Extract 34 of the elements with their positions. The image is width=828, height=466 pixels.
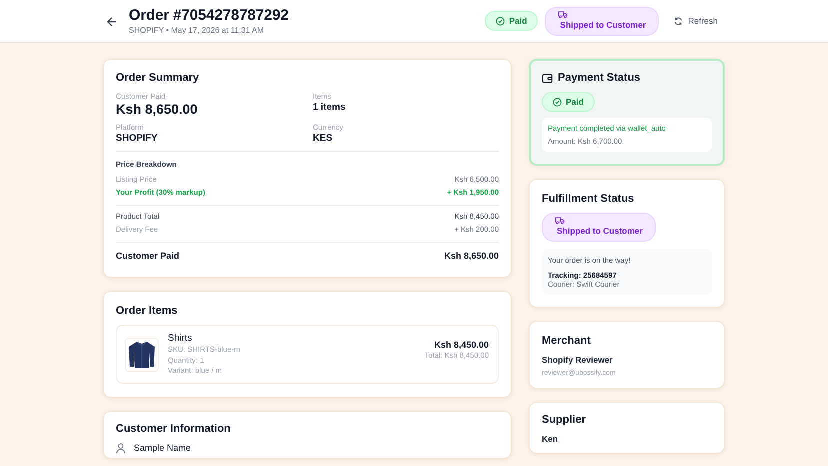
field-value: 1 items bbox=[313, 102, 347, 113]
user-icon bbox=[116, 442, 126, 454]
customer-name: Sample Name bbox=[134, 443, 192, 453]
status-badge: Shipped to Customer bbox=[545, 6, 660, 36]
price-value: Ksh 8,650.00 bbox=[444, 251, 499, 261]
merchant-name: Shopify Reviewer bbox=[542, 355, 614, 365]
check-circle-icon bbox=[496, 16, 506, 26]
back-arrow-icon[interactable] bbox=[107, 17, 117, 27]
field-value: SHOPIFY bbox=[116, 133, 159, 144]
field-value: Ksh 8,650.00 bbox=[116, 102, 199, 117]
order-subtitle: SHOPIFY • May 17, 2026 at 11:31 AM bbox=[129, 26, 266, 35]
status-badge: Paid bbox=[542, 92, 595, 112]
product-price: Ksh 8,450.00 bbox=[433, 340, 489, 350]
status-badge: Shipped to Customer bbox=[542, 213, 656, 242]
card-title: Payment Status bbox=[558, 72, 641, 84]
card-title: Supplier bbox=[542, 414, 588, 426]
shirt-drawing bbox=[125, 338, 159, 372]
card-title: Fulfillment Status bbox=[542, 193, 636, 205]
refresh-icon bbox=[674, 16, 684, 26]
field-value: KES bbox=[313, 133, 334, 144]
order-title: Order #7054278787292 bbox=[129, 7, 290, 24]
card-title: Order Summary bbox=[116, 72, 200, 84]
check-circle-icon bbox=[553, 98, 562, 106]
wallet-icon bbox=[542, 72, 553, 84]
product-name: Shirts bbox=[168, 333, 194, 344]
supplier-name: Ken bbox=[542, 434, 560, 444]
refresh-button[interactable]: Refresh bbox=[670, 12, 722, 30]
status-badge: Paid bbox=[485, 11, 538, 31]
card-title: Customer Information bbox=[116, 422, 232, 434]
price-label: Customer Paid bbox=[116, 251, 180, 261]
truck-icon bbox=[555, 217, 565, 225]
card-title: Merchant bbox=[542, 335, 592, 347]
card-title: Order Items bbox=[116, 305, 179, 317]
truck-icon bbox=[558, 10, 568, 18]
